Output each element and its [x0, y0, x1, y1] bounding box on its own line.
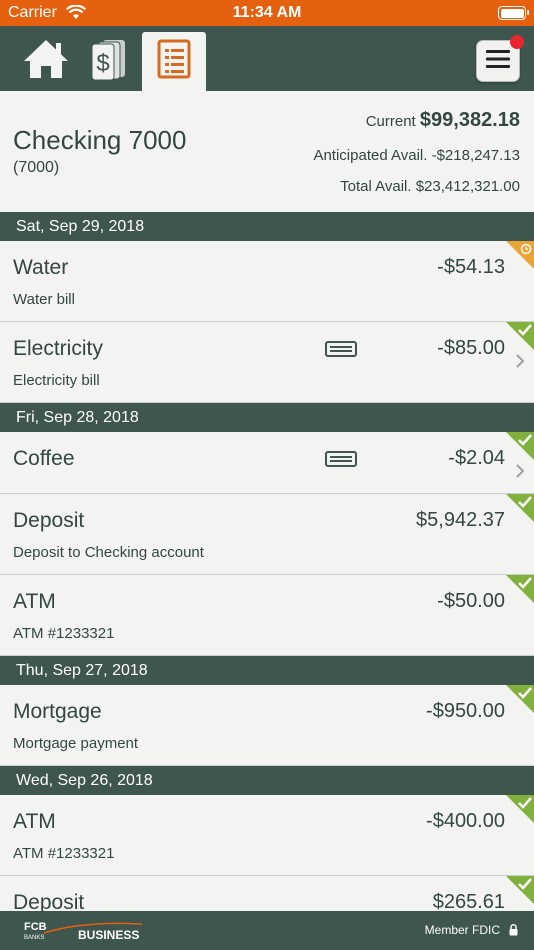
top-nav: $ [0, 26, 534, 91]
clock-icon [520, 242, 532, 260]
account-name: Checking 7000 [13, 125, 187, 155]
transaction-name: Deposit [13, 509, 85, 532]
transaction-row[interactable]: Electricity Electricity bill -$85.00 [0, 322, 534, 403]
transaction-row[interactable]: Water Water bill -$54.13 [0, 241, 534, 322]
notification-badge [510, 35, 524, 49]
transaction-row[interactable]: Deposit Deposit to Checking account $5,9… [0, 494, 534, 575]
transaction-name: Deposit [13, 891, 85, 911]
date-header: Sat, Sep 29, 2018 [0, 212, 534, 241]
chevron-right-icon[interactable] [515, 463, 525, 484]
transaction-row[interactable]: ATM ATM #1233321 -$50.00 [0, 575, 534, 656]
register-icon [157, 39, 191, 84]
transaction-name: ATM [13, 810, 56, 833]
account-summary: Checking 7000 (7000) Current $99,382.18 … [0, 91, 534, 212]
transaction-amount: -$54.13 [437, 256, 505, 278]
transaction-name: Mortgage [13, 700, 102, 723]
checkmark-icon [518, 433, 532, 451]
transaction-name: Electricity [13, 337, 103, 360]
transaction-description: ATM #1233321 [13, 625, 115, 642]
checkmark-icon [518, 323, 532, 341]
logo-brand-text: BUSINESS [78, 928, 139, 941]
checkmark-icon [518, 686, 532, 704]
transaction-amount: $265.61 [432, 891, 505, 911]
transaction-amount: $5,942.37 [416, 509, 505, 531]
anticipated-balance: Anticipated Avail. -$218,247.13 [313, 147, 520, 164]
current-balance: Current $99,382.18 [366, 109, 520, 132]
transaction-name: Coffee [13, 447, 75, 470]
checkmark-icon [518, 796, 532, 814]
card-icon [325, 341, 357, 362]
transaction-row[interactable]: Deposit $265.61 [0, 876, 534, 911]
current-balance-value: $99,382.18 [419, 109, 520, 131]
transaction-name: ATM [13, 590, 56, 613]
member-fdic-label: Member FDIC [424, 923, 500, 937]
footer: FCB BANKS BUSINESS Member FDIC [0, 911, 534, 950]
transaction-row[interactable]: ATM ATM #1233321 -$400.00 [0, 795, 534, 876]
lock-icon [509, 923, 518, 941]
transaction-amount: -$85.00 [437, 337, 505, 359]
transaction-list[interactable]: Sat, Sep 29, 2018 Water Water bill -$54.… [0, 212, 534, 911]
date-header: Fri, Sep 28, 2018 [0, 403, 534, 432]
transaction-description: Water bill [13, 291, 75, 308]
transaction-amount: -$400.00 [426, 810, 505, 832]
dollar-icon: $ [89, 37, 131, 86]
bank-logo: FCB BANKS BUSINESS [22, 919, 144, 946]
tab-home[interactable] [14, 32, 78, 91]
total-available: Total Avail. $23,412,321.00 [340, 178, 520, 195]
logo-small-text: BANKS [24, 935, 44, 941]
transaction-description: Electricity bill [13, 372, 100, 389]
checkmark-icon [518, 495, 532, 513]
date-header: Wed, Sep 26, 2018 [0, 766, 534, 795]
clock: 11:34 AM [232, 4, 302, 21]
transaction-row[interactable]: Coffee -$2.04 [0, 432, 534, 494]
account-number: (7000) [13, 159, 60, 176]
transaction-amount: -$2.04 [448, 447, 505, 469]
tab-register[interactable] [142, 32, 206, 91]
transaction-description: Mortgage payment [13, 735, 139, 752]
chevron-right-icon[interactable] [515, 353, 525, 374]
card-icon [325, 451, 357, 472]
transaction-amount: -$50.00 [437, 590, 505, 612]
status-bar: Carrier 11:34 AM [0, 0, 534, 26]
svg-text:$: $ [96, 50, 109, 77]
tab-accounts[interactable]: $ [78, 32, 142, 91]
hamburger-menu-icon [486, 49, 510, 74]
transaction-description: ATM #1233321 [13, 845, 115, 862]
menu-button[interactable] [476, 35, 524, 82]
logo-top-text: FCB [24, 921, 47, 933]
checkmark-icon [518, 877, 532, 895]
home-icon [22, 37, 70, 86]
checkmark-icon [518, 576, 532, 594]
transaction-name: Water [13, 256, 69, 279]
battery-icon [498, 6, 529, 20]
transaction-description: Deposit to Checking account [13, 544, 204, 561]
current-balance-label: Current [365, 113, 416, 130]
transaction-amount: -$950.00 [426, 700, 505, 722]
transaction-row[interactable]: Mortgage Mortgage payment -$950.00 [0, 685, 534, 766]
date-header: Thu, Sep 27, 2018 [0, 656, 534, 685]
